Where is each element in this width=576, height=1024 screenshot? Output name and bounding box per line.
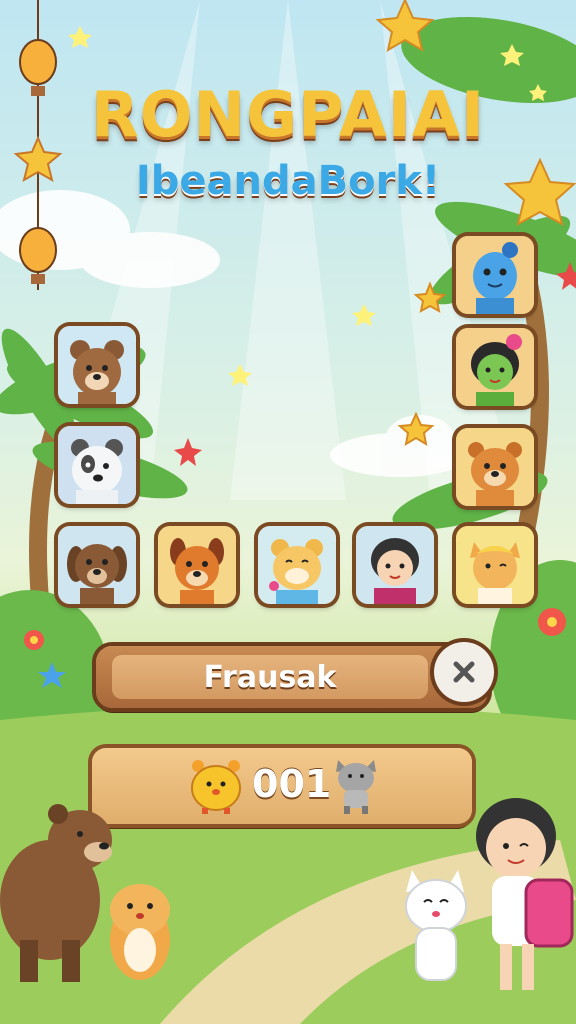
girl-with-backpack-icon — [476, 798, 574, 990]
player-name-field[interactable]: Frausak — [112, 655, 428, 699]
girl-avatar-icon — [356, 526, 434, 604]
avatar-blue-monster[interactable] — [456, 236, 534, 314]
avatar-fox[interactable] — [158, 526, 236, 604]
game-subtitle: IbeandaBork! — [135, 158, 441, 204]
bear-character-icon — [0, 804, 112, 982]
avatar-bear[interactable] — [58, 326, 136, 404]
dog-avatar-icon — [158, 526, 236, 604]
player-name-bar: Frausak — [96, 642, 494, 708]
avatar-green-girl[interactable] — [456, 328, 534, 406]
cat-avatar-icon — [456, 526, 534, 604]
bottom-right-characters — [405, 798, 574, 990]
white-cat-character-icon — [405, 870, 467, 981]
blue-monster-avatar-icon — [456, 236, 534, 314]
hamster-character-icon — [110, 884, 170, 980]
game-screen: RONGPAIAI IbeandaBork! Frausak 001 — [0, 0, 576, 1024]
bear-avatar-icon — [58, 326, 136, 404]
game-title: RONGPAIAI — [90, 78, 486, 151]
lion-avatar-icon — [456, 428, 534, 506]
avatar-puppy[interactable] — [58, 526, 136, 604]
puppy-avatar-icon — [58, 526, 136, 604]
close-icon — [453, 661, 475, 683]
pet-count: 001 — [252, 762, 332, 806]
avatar-lion[interactable] — [456, 428, 534, 506]
clear-name-button[interactable] — [434, 642, 494, 702]
avatar-panda[interactable] — [58, 426, 136, 504]
bottom-left-characters — [0, 804, 170, 982]
avatar-girl[interactable] — [356, 526, 434, 604]
green-girl-avatar-icon — [456, 328, 534, 406]
polar-bear-avatar-icon — [58, 426, 136, 504]
avatar-hamster-girl[interactable] — [258, 526, 336, 604]
avatar-cat-boy[interactable] — [456, 526, 534, 604]
cat-figure-icon — [336, 760, 376, 814]
hamster-avatar-icon — [258, 526, 336, 604]
